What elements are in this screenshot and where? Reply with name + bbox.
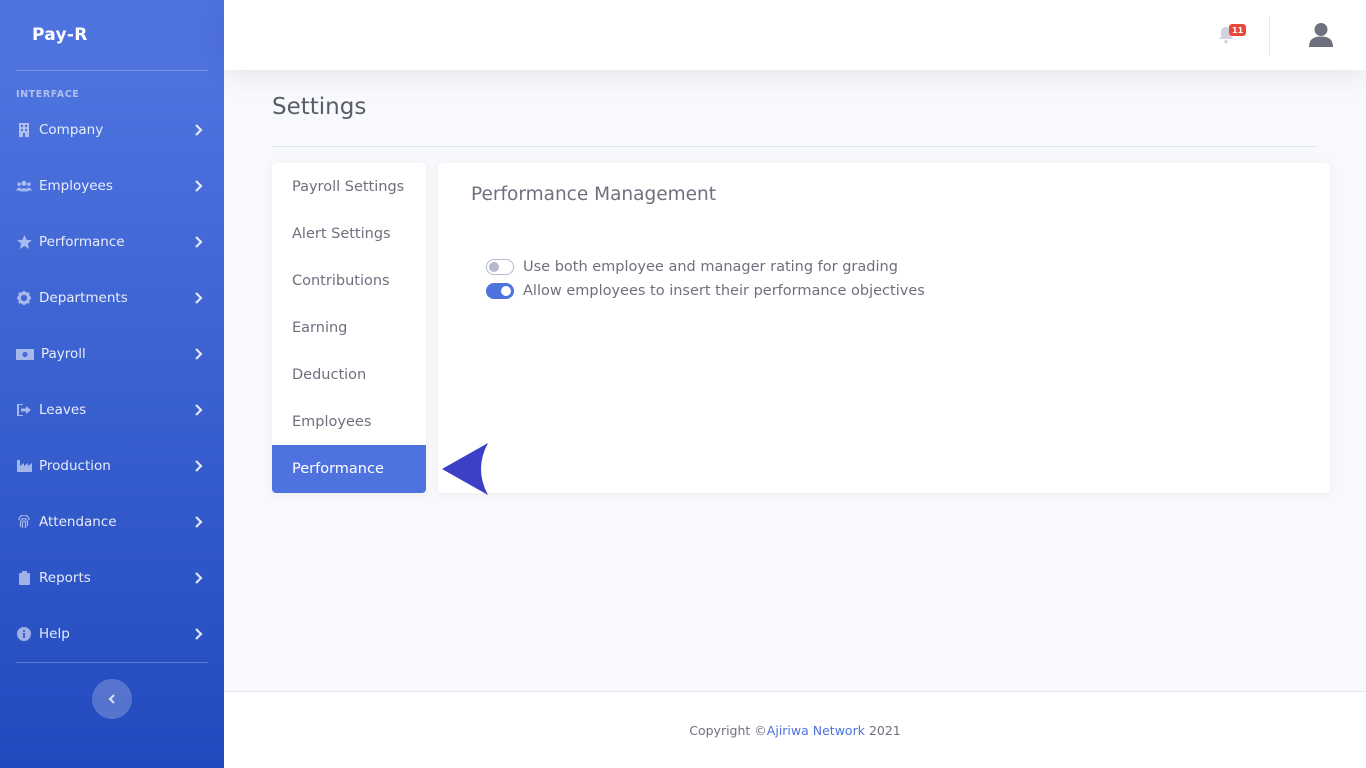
sidebar-item-production[interactable]: Production (0, 438, 224, 494)
users-icon (16, 178, 32, 194)
title-divider (272, 146, 1318, 147)
topbar: 11 (224, 0, 1366, 70)
sidebar-item-employees[interactable]: Employees (0, 158, 224, 214)
sidebar-item-attendance[interactable]: Attendance (0, 494, 224, 550)
sidebar-item-label: Employees (39, 178, 113, 194)
chevron-right-icon (195, 348, 203, 360)
settings-link-deduction[interactable]: Deduction (272, 351, 426, 398)
topbar-divider (1269, 16, 1270, 55)
chevron-right-icon (195, 628, 203, 640)
chevron-right-icon (195, 404, 203, 416)
sidebar-item-help[interactable]: Help (0, 606, 224, 662)
sidebar-item-label: Help (39, 626, 70, 642)
option-label: Use both employee and manager rating for… (523, 259, 898, 275)
sidebar-item-leaves[interactable]: Leaves (0, 382, 224, 438)
chevron-right-icon (195, 124, 203, 136)
chevron-left-icon (108, 694, 115, 704)
company-link[interactable]: Ajiriwa Network (767, 723, 865, 738)
sidebar-item-payroll[interactable]: Payroll (0, 326, 224, 382)
chevron-right-icon (195, 572, 203, 584)
industry-icon (16, 458, 32, 474)
info-icon (16, 626, 32, 642)
notification-badge: 11 (1229, 24, 1247, 36)
cog-icon (16, 290, 32, 306)
option-label: Allow employees to insert their performa… (523, 283, 925, 299)
footer: Copyright © Ajiriwa Network 2021 (224, 691, 1366, 768)
sidebar-item-label: Performance (39, 234, 125, 250)
settings-link-contributions[interactable]: Contributions (272, 257, 426, 304)
sign-out-icon (16, 402, 32, 418)
copyright-prefix: Copyright © (689, 722, 767, 738)
sidebar-item-label: Attendance (39, 514, 117, 530)
chevron-right-icon (195, 292, 203, 304)
chevron-right-icon (195, 460, 203, 472)
sidebar-item-performance[interactable]: Performance (0, 214, 224, 270)
performance-management-panel: Performance Management Use both employee… (438, 163, 1330, 493)
pointer-arrow-icon (442, 443, 488, 495)
sidebar-item-label: Production (39, 458, 111, 474)
clipboard-icon (16, 570, 32, 586)
sidebar-item-label: Leaves (39, 402, 87, 418)
page-title: Settings (272, 94, 367, 120)
user-avatar-icon[interactable] (1308, 22, 1334, 48)
sidebar-divider (16, 662, 208, 663)
settings-nav: Payroll Settings Alert Settings Contribu… (272, 163, 426, 493)
sidebar: Pay-R INTERFACE Company Employees Perfor… (0, 0, 224, 768)
brand-name: Pay-R (32, 25, 88, 45)
sidebar-item-company[interactable]: Company (0, 102, 224, 158)
copyright-year: 2021 (864, 722, 901, 738)
sidebar-toggle-button[interactable] (92, 679, 132, 719)
sidebar-item-reports[interactable]: Reports (0, 550, 224, 606)
settings-link-alert-settings[interactable]: Alert Settings (272, 210, 426, 257)
option-allow-employee-objectives[interactable]: Allow employees to insert their performa… (486, 281, 925, 301)
sidebar-item-label: Payroll (41, 346, 86, 362)
settings-link-performance[interactable]: Performance (272, 445, 426, 493)
money-icon (16, 346, 34, 362)
sidebar-item-label: Company (39, 122, 104, 138)
chevron-right-icon (195, 516, 203, 528)
fingerprint-icon (16, 514, 32, 530)
sidebar-item-label: Reports (39, 570, 91, 586)
toggle-switch-off[interactable] (486, 259, 514, 275)
sidebar-heading: INTERFACE (16, 89, 80, 100)
star-icon (16, 234, 32, 250)
settings-link-earning[interactable]: Earning (272, 304, 426, 351)
brand-logo[interactable]: Pay-R (0, 0, 224, 70)
building-icon (16, 122, 32, 138)
settings-link-payroll-settings[interactable]: Payroll Settings (272, 163, 426, 210)
sidebar-item-label: Departments (39, 290, 128, 306)
chevron-right-icon (195, 180, 203, 192)
option-use-both-ratings[interactable]: Use both employee and manager rating for… (486, 257, 898, 277)
toggle-switch-on[interactable] (486, 283, 514, 299)
sidebar-item-departments[interactable]: Departments (0, 270, 224, 326)
panel-title: Performance Management (471, 184, 716, 205)
settings-link-employees[interactable]: Employees (272, 398, 426, 445)
chevron-right-icon (195, 236, 203, 248)
sidebar-divider (16, 70, 208, 71)
